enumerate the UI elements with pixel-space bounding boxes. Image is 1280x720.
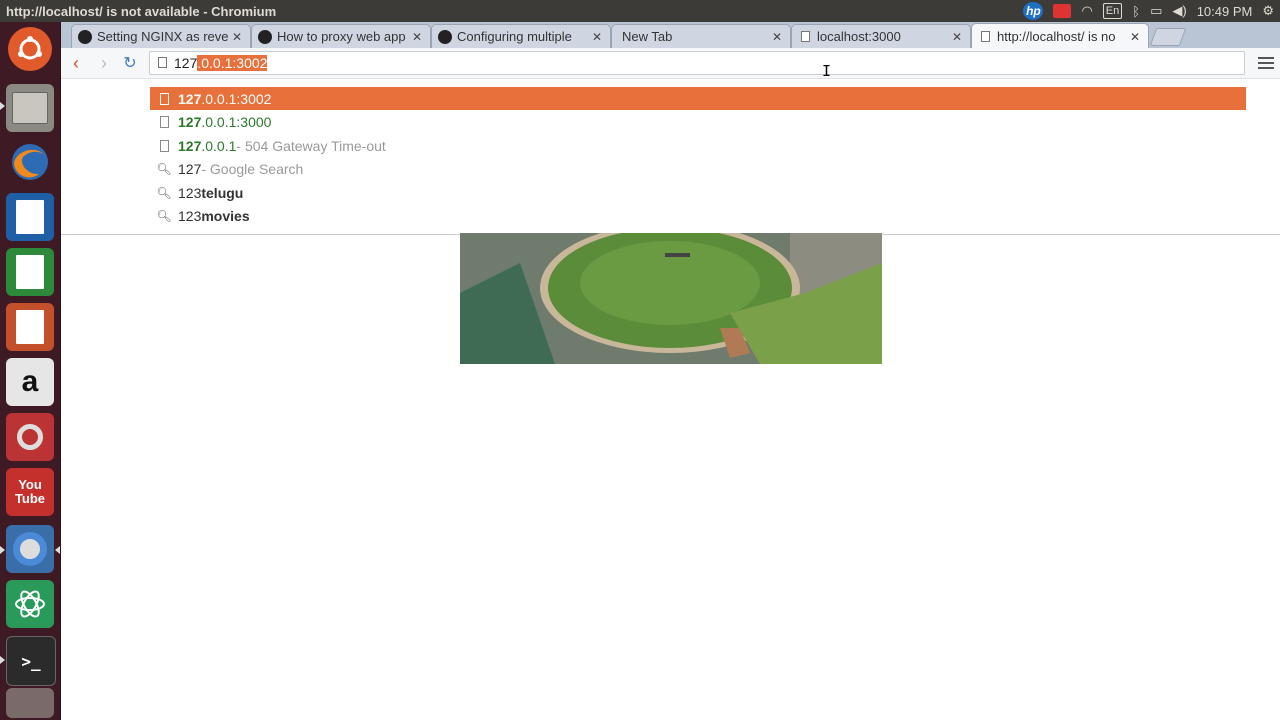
- calc-icon[interactable]: [6, 248, 54, 296]
- tab-proxy-web-app[interactable]: How to proxy web app ✕: [251, 24, 431, 48]
- system-tray: hp ◠ En ᛒ ▭ ◀) 10:49 PM ⚙: [1023, 0, 1274, 22]
- running-indicator: [0, 656, 5, 664]
- tab-configuring-multiple[interactable]: Configuring multiple ✕: [431, 24, 611, 48]
- close-icon[interactable]: ✕: [592, 30, 604, 44]
- terminal-icon[interactable]: >_: [6, 636, 56, 686]
- clock[interactable]: 10:49 PM: [1197, 2, 1253, 20]
- page-icon: [154, 139, 174, 152]
- tab-setting-nginx[interactable]: Setting NGINX as reve ✕: [71, 24, 251, 48]
- omnibox-input[interactable]: 127.0.0.1:3002: [174, 55, 268, 71]
- stadium-image: [460, 233, 882, 364]
- page-icon: [798, 30, 812, 44]
- text-cursor: I: [822, 62, 832, 80]
- github-icon: [258, 29, 272, 44]
- close-icon[interactable]: ✕: [952, 30, 964, 44]
- chrome-menu-button[interactable]: [1258, 53, 1274, 73]
- tab-localhost-not-available[interactable]: http://localhost/ is no ✕: [971, 23, 1149, 49]
- atom-icon[interactable]: [6, 580, 54, 628]
- back-button[interactable]: ‹: [65, 52, 87, 74]
- chromium-icon[interactable]: [6, 525, 54, 573]
- window-title: http://localhost/ is not available - Chr…: [6, 3, 277, 19]
- suggestion-item[interactable]: 🔍︎ 123 telugu: [150, 181, 1246, 204]
- writer-icon[interactable]: [6, 193, 54, 241]
- running-indicator: [0, 546, 5, 554]
- page-icon: [154, 115, 174, 128]
- suggestion-item[interactable]: 127.0.0.1:3002: [150, 87, 1246, 110]
- reload-button[interactable]: ↻: [119, 52, 141, 74]
- firefox-icon[interactable]: [6, 138, 54, 186]
- bluetooth-icon[interactable]: ᛒ: [1132, 2, 1140, 20]
- suggestion-item[interactable]: 🔍︎ 127 - Google Search: [150, 157, 1246, 180]
- page-icon: [978, 30, 992, 44]
- trash-icon[interactable]: [6, 688, 54, 718]
- record-icon[interactable]: [1053, 4, 1072, 18]
- files-icon[interactable]: [6, 84, 54, 132]
- tab-localhost-3000[interactable]: localhost:3000 ✕: [791, 24, 971, 48]
- system-settings-icon[interactable]: [6, 413, 54, 461]
- close-icon[interactable]: ✕: [1130, 30, 1142, 44]
- github-icon: [78, 29, 92, 44]
- new-tab-button[interactable]: [1149, 28, 1187, 46]
- browser-toolbar: ‹ › ↻ 127.0.0.1:3002: [61, 48, 1280, 79]
- tab-new-tab[interactable]: New Tab ✕: [611, 24, 791, 48]
- omnibox-suggestions: 127.0.0.1:3002 127.0.0.1:3000 127.0.0.1 …: [61, 79, 1280, 235]
- omnibox[interactable]: 127.0.0.1:3002: [149, 51, 1245, 75]
- close-icon[interactable]: ✕: [232, 30, 244, 44]
- page-icon: [154, 92, 174, 105]
- search-icon: 🔍︎: [156, 185, 172, 200]
- suggestion-item[interactable]: 127.0.0.1 - 504 Gateway Time-out: [150, 134, 1246, 157]
- close-icon[interactable]: ✕: [772, 30, 784, 44]
- ubuntu-dash-icon[interactable]: [8, 27, 52, 71]
- amazon-icon[interactable]: a: [6, 358, 54, 406]
- volume-icon[interactable]: ◀): [1172, 2, 1186, 20]
- wifi-icon[interactable]: ◠: [1081, 2, 1092, 20]
- tab-strip: Setting NGINX as reve ✕ How to proxy web…: [61, 22, 1280, 49]
- launcher: a You Tube >_: [0, 22, 61, 720]
- hp-icon[interactable]: hp: [1023, 2, 1044, 20]
- suggestion-item[interactable]: 🔍︎ 123 movies: [150, 204, 1246, 227]
- page-icon: [158, 57, 167, 68]
- running-indicator: [0, 102, 5, 110]
- focused-indicator: [55, 546, 60, 554]
- search-icon: 🔍︎: [156, 208, 172, 223]
- search-icon: 🔍︎: [156, 161, 172, 176]
- forward-button[interactable]: ›: [93, 52, 115, 74]
- close-icon[interactable]: ✕: [412, 30, 424, 44]
- gear-icon[interactable]: ⚙: [1262, 2, 1274, 20]
- battery-icon[interactable]: ▭: [1150, 2, 1162, 20]
- suggestion-item[interactable]: 127.0.0.1:3000: [150, 110, 1246, 133]
- github-icon: [438, 29, 452, 44]
- top-panel: http://localhost/ is not available - Chr…: [0, 0, 1280, 22]
- youtube-icon[interactable]: You Tube: [6, 468, 54, 516]
- keyboard-layout-indicator[interactable]: En: [1102, 3, 1123, 19]
- page-content: [61, 233, 1280, 720]
- impress-icon[interactable]: [6, 303, 54, 351]
